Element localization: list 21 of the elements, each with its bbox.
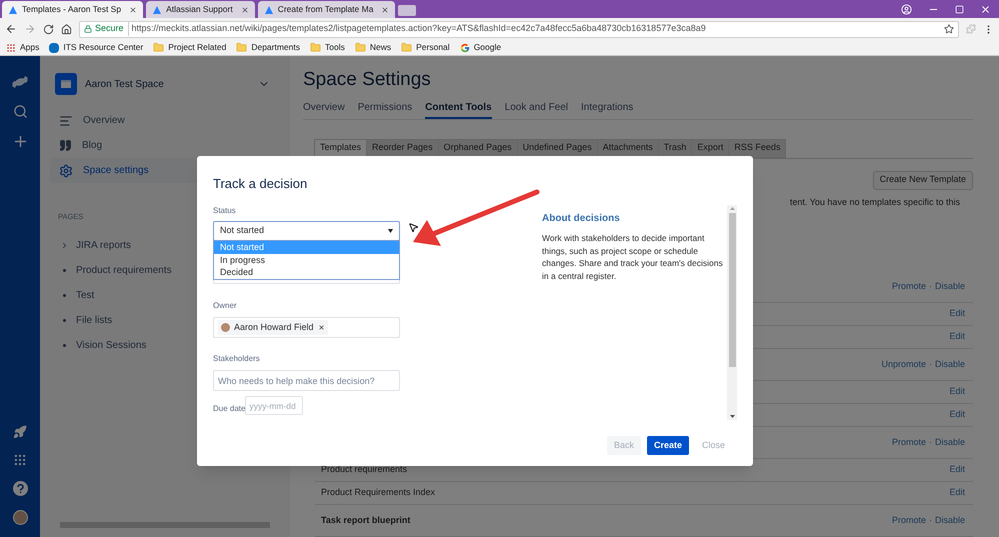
field-label: Due date <box>213 403 246 415</box>
link-separator: · <box>928 436 933 449</box>
field-label: Stakeholders <box>213 353 261 365</box>
field-label: Status <box>213 205 237 217</box>
about-text: Work with stakeholders to decide important things, such as project scope or schedule changes. Share and track your team's decisions in a central register. <box>542 232 724 282</box>
link-separator: · <box>928 514 933 527</box>
link-separator: · <box>928 358 933 371</box>
tab-title: Templates - Aaron Test Sp <box>22 3 122 16</box>
page-title: Space Settings <box>303 68 432 92</box>
secure-label: Secure <box>95 22 129 36</box>
about-title: About decisions <box>542 212 621 226</box>
field-label: Owner <box>213 300 238 312</box>
url-text: https://meckits.atlassian.net/wiki/pages/templates2/listpagetemplates.action?key=ATS&flashId=ec42c7a48fecc5a6ba48730cb16318577e3ca8a9 <box>132 22 706 36</box>
owner-name: Aaron Howard Field <box>234 320 314 334</box>
template-group-title: Task report blueprint <box>321 514 410 527</box>
tab-title: Atlassian Support <box>166 3 234 16</box>
tab-title: Create from Template Ma <box>278 3 374 16</box>
intro-text: tent. You have no templates specific to this <box>790 196 960 209</box>
template-name: Product requirements <box>321 463 408 476</box>
template-name: Product Requirements Index <box>321 486 436 500</box>
link-separator: · <box>928 280 933 293</box>
